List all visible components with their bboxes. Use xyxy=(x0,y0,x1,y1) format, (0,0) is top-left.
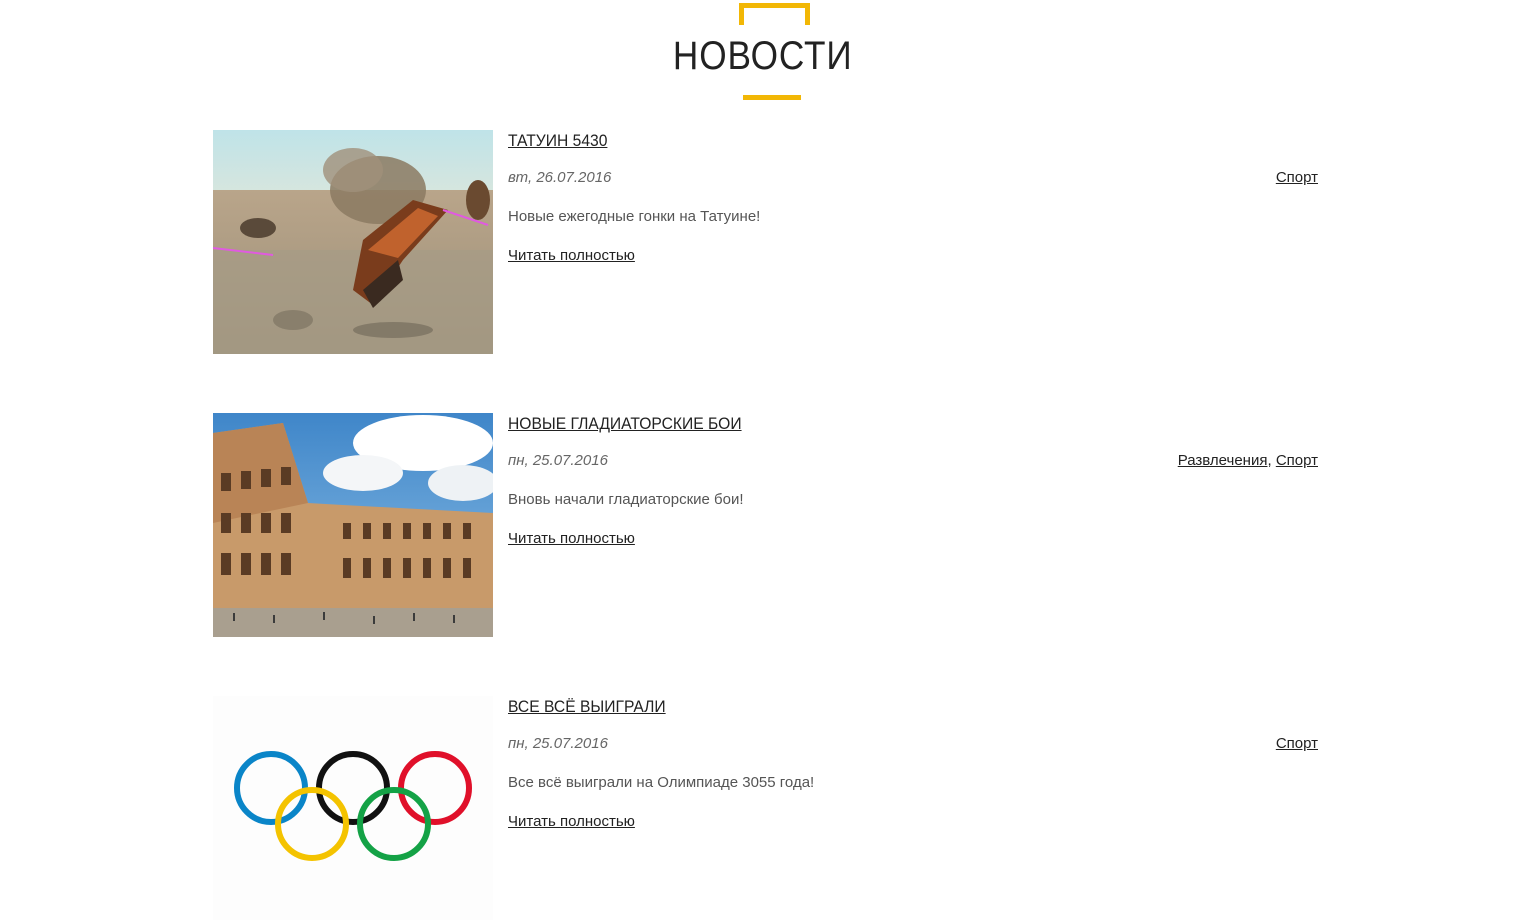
news-title-link[interactable]: НОВЫЕ ГЛАДИАТОРСКИЕ БОИ xyxy=(508,414,742,434)
category-link[interactable]: Спорт xyxy=(1276,452,1318,469)
title-bracket-decoration xyxy=(739,3,810,25)
news-categories: Спорт xyxy=(1276,735,1318,752)
news-thumbnail[interactable] xyxy=(213,413,493,637)
category-link[interactable]: Развлечения xyxy=(1178,452,1268,469)
podrace-image xyxy=(213,130,493,354)
news-item: ВСЕ ВСЁ ВЫИГРАЛИ пн, 25.07.2016 Спорт Вс… xyxy=(213,696,1318,920)
olympic-rings-image xyxy=(213,696,493,920)
news-description: Новые ежегодные гонки на Татуине! xyxy=(508,208,761,225)
news-description: Вновь начали гладиаторские бои! xyxy=(508,491,744,508)
read-more-link[interactable]: Читать полностью xyxy=(508,530,635,547)
news-categories: Спорт xyxy=(1276,169,1318,186)
title-underline-decoration xyxy=(743,95,801,100)
section-header: НОВОСТИ xyxy=(0,0,1523,110)
read-more-link[interactable]: Читать полностью xyxy=(508,247,635,264)
news-title-link[interactable]: ВСЕ ВСЁ ВЫИГРАЛИ xyxy=(508,697,666,717)
news-title-link[interactable]: ТАТУИН 5430 xyxy=(508,131,607,151)
category-link[interactable]: Спорт xyxy=(1276,735,1318,752)
news-date: вт, 26.07.2016 xyxy=(508,169,612,186)
news-description: Все всё выиграли на Олимпиаде 3055 года! xyxy=(508,774,815,791)
news-date: пн, 25.07.2016 xyxy=(508,735,608,752)
news-item: ТАТУИН 5430 вт, 26.07.2016 Спорт Новые е… xyxy=(213,130,1318,354)
colosseum-image xyxy=(213,413,493,637)
news-categories: Развлечения, Спорт xyxy=(1177,452,1318,469)
news-thumbnail[interactable] xyxy=(213,130,493,354)
read-more-link[interactable]: Читать полностью xyxy=(508,813,635,830)
page-title: НОВОСТИ xyxy=(672,34,853,78)
category-link[interactable]: Спорт xyxy=(1276,169,1318,186)
news-date: пн, 25.07.2016 xyxy=(508,452,608,469)
news-thumbnail[interactable] xyxy=(213,696,493,920)
news-item: НОВЫЕ ГЛАДИАТОРСКИЕ БОИ пн, 25.07.2016 Р… xyxy=(213,413,1318,637)
